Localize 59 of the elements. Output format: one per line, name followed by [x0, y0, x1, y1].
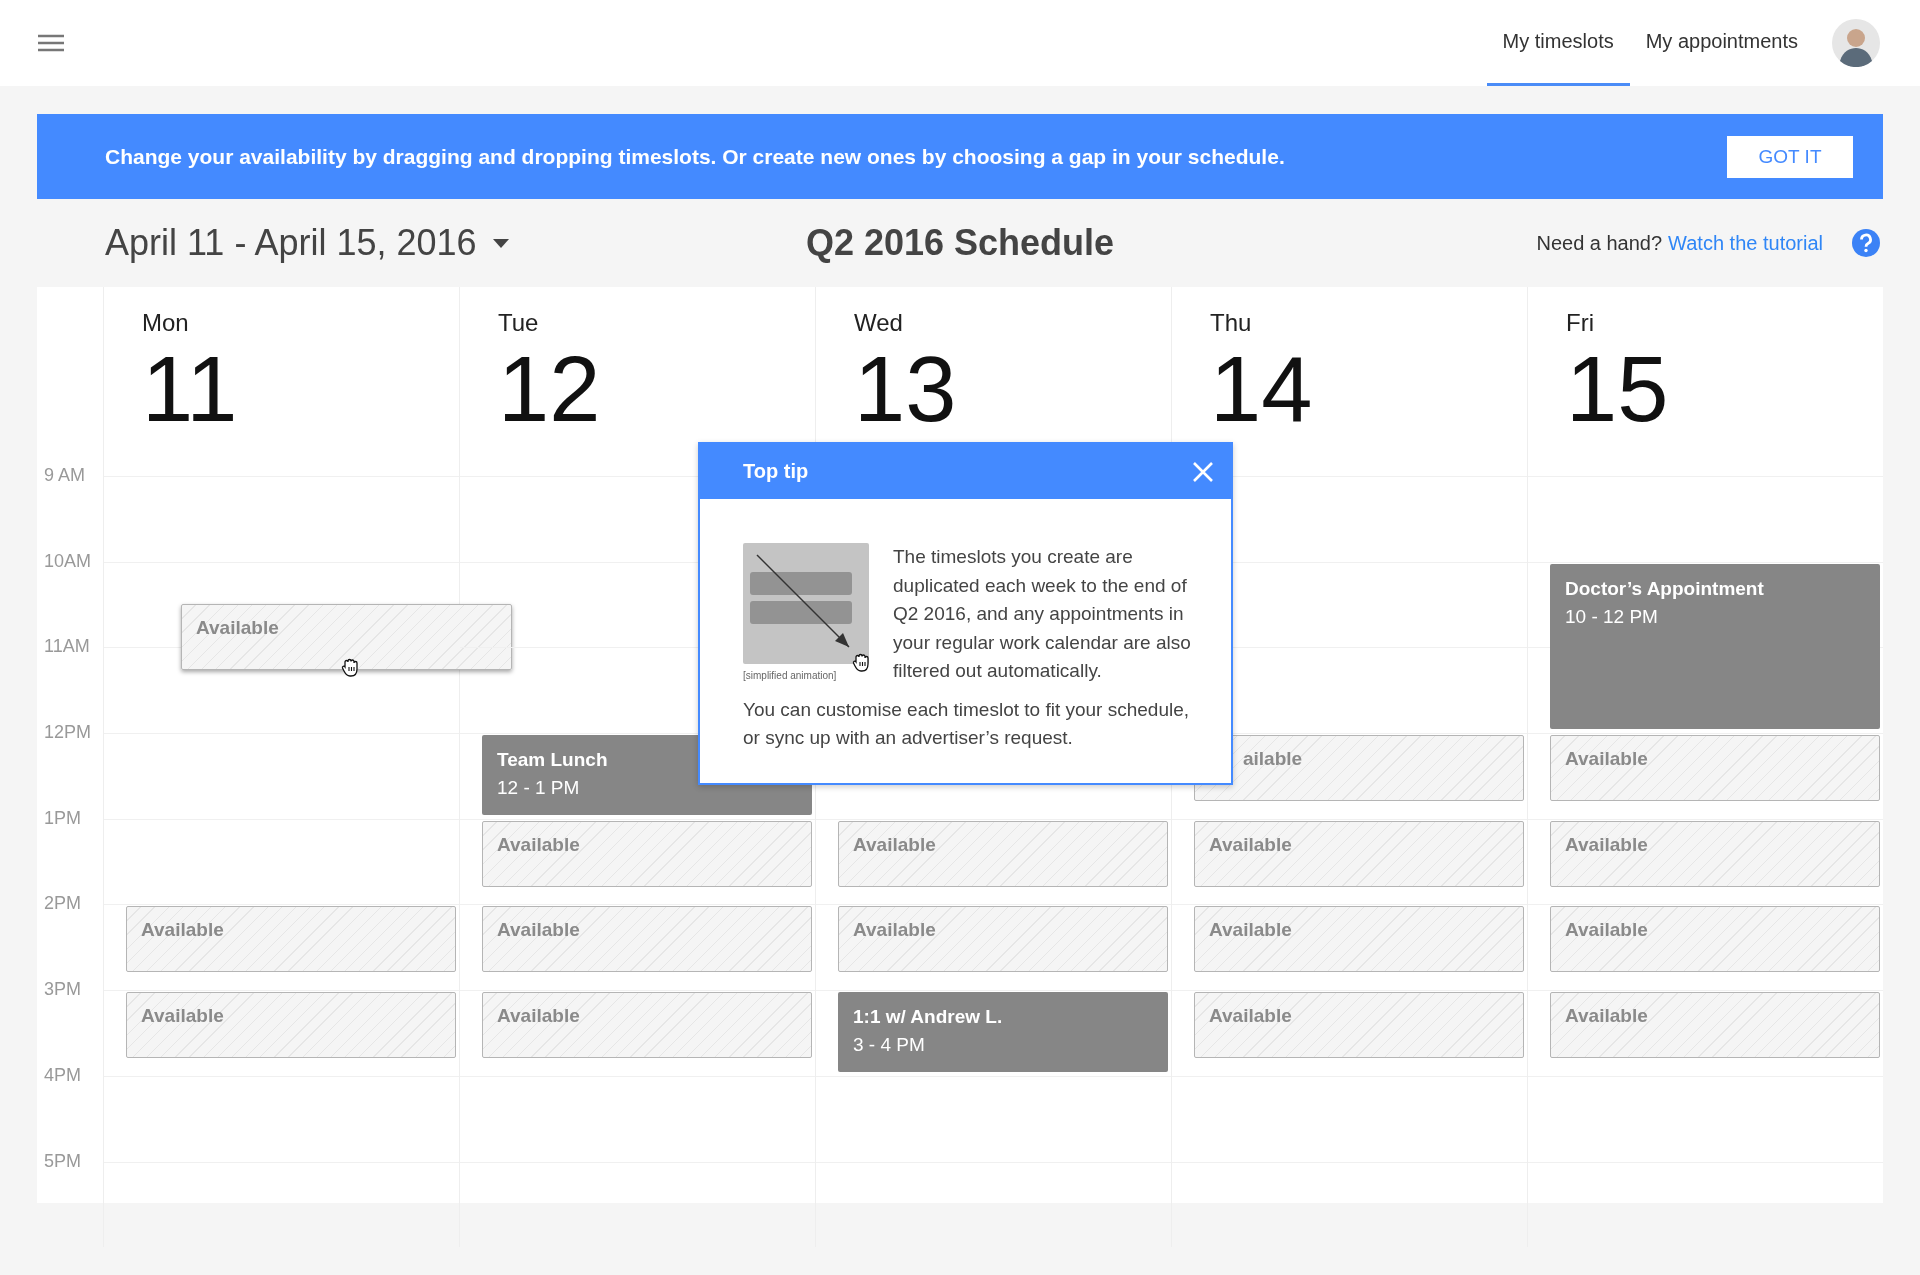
hour-label: 1PM: [44, 807, 81, 829]
date-range-selector[interactable]: April 11 - April 15, 2016: [105, 222, 477, 264]
popup-title: Top tip: [743, 460, 810, 483]
available-slot[interactable]: Available: [1194, 992, 1524, 1059]
tutorial-link[interactable]: Watch the tutorial: [1668, 231, 1823, 255]
caret-icon[interactable]: [490, 237, 511, 249]
weekday-label: Mon: [142, 309, 190, 337]
appointment-title: Team Lunch: [497, 749, 609, 772]
hour-label: 12PM: [44, 722, 92, 744]
available-slot[interactable]: Available: [838, 820, 1168, 887]
nav-tab[interactable]: My timeslots: [1486, 0, 1630, 86]
available-slot[interactable]: Available: [1194, 906, 1524, 973]
weekday-label: Thu: [1210, 309, 1253, 337]
help-text: Need a hand?: [1536, 231, 1663, 255]
hour-label: 2PM: [44, 893, 81, 915]
hour-label: 5PM: [44, 1150, 81, 1172]
available-slot[interactable]: Available: [1550, 735, 1880, 802]
hour-label: 10AM: [44, 550, 92, 572]
available-slot[interactable]: ailable: [1194, 735, 1524, 802]
available-slot[interactable]: Available: [482, 906, 812, 973]
schedule-title: Q2 2016 Schedule: [805, 222, 1115, 263]
appointment-title: 1:1 w/ Andrew L.: [853, 1006, 1004, 1029]
day-number: 13: [854, 343, 957, 435]
hour-label: 11AM: [44, 636, 90, 658]
appointment-title: Doctor’s Appointment: [1565, 577, 1765, 600]
available-slot[interactable]: Available: [482, 820, 812, 887]
appointment-time: 10 - 12 PM: [1565, 605, 1659, 628]
available-slot[interactable]: Available: [126, 906, 456, 973]
weekday-label: Fri: [1566, 309, 1595, 337]
help-icon[interactable]: [1851, 228, 1881, 258]
tip-text: The timeslots you create are duplicated each week to the end of Q2 2016, and any appointments in your regular work calendar are also filtered out automatically.: [893, 545, 1192, 683]
available-slot[interactable]: Available: [1194, 820, 1524, 887]
available-slot[interactable]: Available: [838, 906, 1168, 973]
avatar-icon[interactable]: [1832, 19, 1880, 67]
available-slot[interactable]: Available: [482, 992, 812, 1059]
weekday-label: Tue: [498, 309, 540, 337]
dragged-slot[interactable]: Available: [181, 604, 512, 670]
available-slot[interactable]: Available: [1550, 992, 1880, 1059]
appointment-time: 3 - 4 PM: [853, 1034, 926, 1057]
got-it-button[interactable]: GOT IT: [1727, 135, 1853, 178]
hour-label: 9 AM: [44, 465, 86, 486]
banner-message: Change your availability by dragging and dropping timeslots. Or create new ones by choosing a gap in your schedule.: [105, 144, 1286, 169]
appointment-block[interactable]: 1:1 w/ Andrew L. 3 - 4 PM: [838, 992, 1168, 1072]
hour-label: 4PM: [44, 1064, 81, 1086]
weekday-label: Wed: [854, 309, 904, 337]
menu-icon[interactable]: [36, 32, 66, 54]
day-number: 14: [1210, 343, 1313, 435]
appointment-time: 12 - 1 PM: [497, 777, 581, 800]
available-slot[interactable]: Available: [126, 992, 456, 1059]
day-number: 12: [498, 343, 601, 435]
available-slot[interactable]: Available: [1550, 906, 1880, 973]
hour-label: 3PM: [44, 979, 81, 1001]
animation-caption: [simplified animation]: [743, 670, 837, 681]
available-slot[interactable]: Available: [1550, 820, 1880, 887]
close-icon[interactable]: [1191, 459, 1215, 484]
appointment-block[interactable]: Doctor’s Appointment 10 - 12 PM: [1550, 563, 1880, 730]
day-number: 15: [1566, 343, 1669, 435]
nav-tab[interactable]: My appointments: [1629, 0, 1814, 86]
day-number: 11: [142, 343, 238, 435]
